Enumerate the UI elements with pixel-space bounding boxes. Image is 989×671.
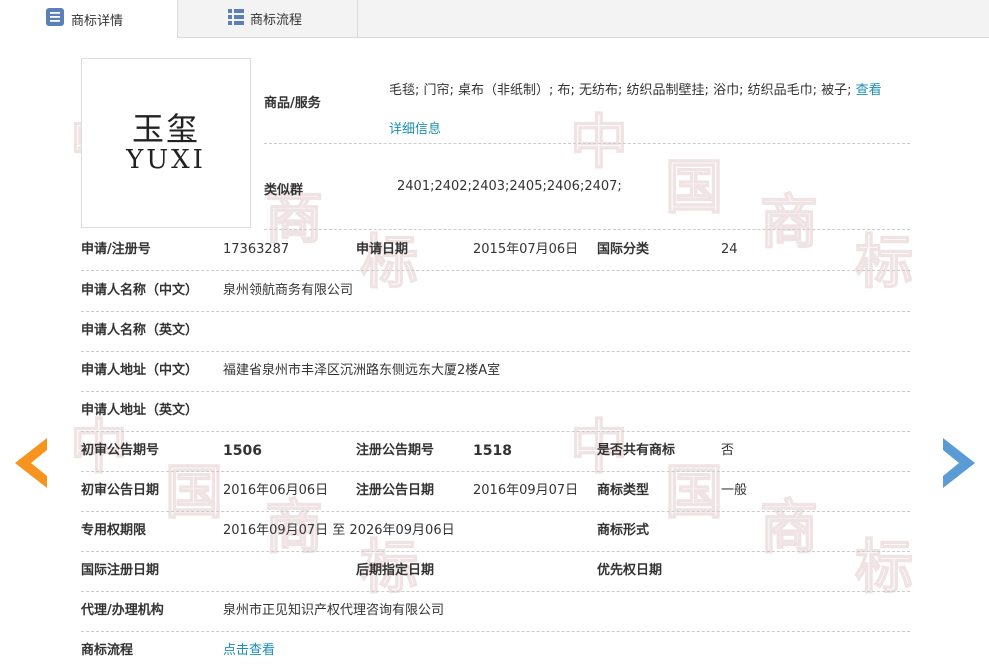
application-date: 2015年07月06日 (473, 242, 579, 257)
details-link[interactable]: 详细信息 (389, 122, 441, 137)
field-label: 申请人地址（英文） (81, 403, 199, 418)
detail-row: 国际注册日期 后期指定日期 优先权日期 (81, 551, 910, 592)
field-label: 后期指定日期 (356, 563, 435, 578)
watermark-char: 国 (664, 152, 724, 222)
detail-row: 申请人地址（英文） (81, 391, 910, 432)
field-label: 国际分类 (597, 242, 650, 257)
grid-icon (228, 8, 244, 29)
field-label: 优先权日期 (597, 563, 663, 578)
arrow-left-icon[interactable] (15, 438, 47, 488)
field-label: 商标形式 (597, 523, 650, 538)
tab-bar: 商标详情 商标流程 (0, 0, 989, 38)
detail-row: 初审公告期号 1506 注册公告期号 1518 是否共有商标 否 (81, 431, 910, 472)
applicant-name-cn: 泉州领航商务有限公司 (223, 283, 354, 298)
shared-trademark: 否 (721, 443, 735, 458)
document-list-icon (45, 7, 65, 31)
field-label: 申请人名称（中文） (81, 283, 199, 298)
goods-services-text: 毛毯; 门帘; 桌布（非纸制）; 布; 无纺布; 纺织品制壁挂; 浴巾; 纺织品… (389, 83, 856, 98)
similar-group-value: 2401;2402;2403;2405;2406;2407; (397, 179, 622, 194)
tab-trademark-process[interactable]: 商标流程 (178, 0, 358, 37)
international-class: 24 (721, 242, 738, 257)
detail-row: 专用权期限 2016年09月07日 至 2026年09月06日 商标形式 (81, 511, 910, 552)
tab-label: 商标详情 (71, 13, 124, 29)
tab-label: 商标流程 (250, 13, 303, 28)
registration-number: 17363287 (223, 242, 290, 257)
field-label: 申请/注册号 (81, 242, 151, 257)
registration-issue-number: 1518 (473, 443, 512, 459)
exclusive-right-period: 2016年09月07日 至 2026年09月06日 (223, 523, 455, 538)
view-process-link[interactable]: 点击查看 (223, 631, 275, 671)
preliminary-date: 2016年06月06日 (223, 483, 329, 498)
detail-row: 初审公告日期 2016年06月06日 注册公告日期 2016年09月07日 商标… (81, 471, 910, 512)
detail-row: 商标流程 点击查看 (81, 631, 910, 671)
field-label: 代理/办理机构 (81, 603, 164, 618)
field-label: 初审公告日期 (81, 483, 160, 498)
registration-date: 2016年09月07日 (473, 483, 579, 498)
goods-services-value: 毛毯; 门帘; 桌布（非纸制）; 布; 无纺布; 纺织品制壁挂; 浴巾; 纺织品… (389, 71, 914, 149)
detail-row: 申请人名称（英文） (81, 311, 910, 352)
similar-group-label: 类似群 (264, 183, 304, 198)
logo-chinese: 玉玺 (131, 110, 200, 148)
trademark-logo: 玉玺 YUXI (81, 58, 251, 228)
tab-trademark-details[interactable]: 商标详情 (0, 0, 178, 38)
field-label: 注册公告日期 (356, 483, 435, 498)
field-label: 申请人地址（中文） (81, 363, 199, 378)
arrow-right-icon[interactable] (943, 438, 975, 488)
field-label: 商标流程 (81, 643, 134, 658)
detail-row: 申请人名称（中文） 泉州领航商务有限公司 (81, 271, 910, 312)
field-label: 专用权期限 (81, 523, 147, 538)
detail-row: 申请人地址（中文） 福建省泉州市丰泽区沉洲路东侧远东大厦2楼A室 (81, 351, 910, 392)
divider (264, 143, 910, 144)
agency: 泉州市正见知识产权代理咨询有限公司 (223, 603, 445, 618)
preliminary-issue-number: 1506 (223, 443, 262, 459)
view-link[interactable]: 查看 (856, 83, 882, 98)
field-label: 注册公告期号 (356, 443, 435, 458)
logo-english: YUXI (126, 145, 206, 175)
field-label: 初审公告期号 (81, 443, 160, 458)
field-label: 申请日期 (356, 242, 409, 257)
field-label: 国际注册日期 (81, 563, 160, 578)
field-label: 申请人名称（英文） (81, 323, 199, 338)
detail-row: 申请/注册号 17363287 申请日期 2015年07月06日 国际分类 24 (81, 230, 910, 271)
field-label: 是否共有商标 (597, 443, 676, 458)
trademark-type: 一般 (721, 483, 748, 498)
goods-services-label: 商品/服务 (264, 96, 321, 111)
applicant-address-cn: 福建省泉州市丰泽区沉洲路东侧远东大厦2楼A室 (223, 363, 501, 378)
field-label: 商标类型 (597, 483, 650, 498)
detail-row: 代理/办理机构 泉州市正见知识产权代理咨询有限公司 (81, 591, 910, 632)
